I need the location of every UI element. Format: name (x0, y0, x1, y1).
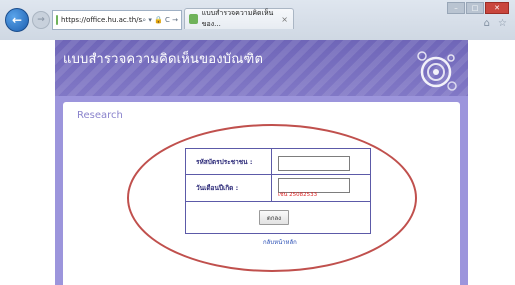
address-bar[interactable]: https://office.hu.ac.th/s ⌕ ▾ 🔒 C → (52, 10, 182, 30)
form-row-dob: วันเดือนปีเกิด : เช่น 25082533 (186, 174, 370, 202)
favorites-star-icon[interactable]: ☆ (498, 18, 507, 29)
submit-button[interactable]: ตกลง (259, 210, 289, 225)
dob-label: วันเดือนปีเกิด : (186, 174, 272, 201)
form-row-submit: ตกลง (186, 201, 370, 232)
page-title: แบบสำรวจความคิดเห็นของบัณฑิต (63, 52, 264, 67)
page-header: แบบสำรวจความคิดเห็นของบัณฑิต (55, 40, 468, 96)
id-label: รหัสบัตรประชาชน : (186, 149, 272, 174)
page-frame: แบบสำรวจความคิดเห็นของบัณฑิต Research รห… (55, 40, 468, 285)
tab-close-icon[interactable]: × (281, 15, 288, 24)
form-row-id: รหัสบัตรประชาชน : (186, 149, 370, 175)
id-card-input[interactable] (278, 156, 350, 171)
browser-tab[interactable]: แบบสำรวจความคิดเห็นของ... × (184, 8, 294, 29)
page-viewport: แบบสำรวจความคิดเห็นของบัณฑิต Research รห… (0, 40, 515, 285)
address-text: https://office.hu.ac.th/s (61, 16, 143, 24)
site-favicon-icon (56, 15, 59, 25)
back-home-link[interactable]: กลับหน้าหลัก (263, 237, 297, 247)
tab-title: แบบสำรวจความคิดเห็นของ... (201, 9, 274, 28)
decorative-circles-icon (417, 51, 457, 91)
home-icon[interactable]: ⌂ (484, 18, 490, 29)
address-controls[interactable]: ⌕ ▾ 🔒 C → (142, 16, 181, 25)
dob-hint: เช่น 25082533 (278, 192, 318, 198)
section-title: Research (77, 110, 123, 121)
toolbar-icons: ⌂ ☆ (484, 18, 507, 29)
back-button[interactable]: ← (5, 8, 29, 32)
tab-favicon-icon (189, 14, 198, 24)
forward-arrow-icon: → (37, 15, 45, 25)
maximize-button[interactable]: □ (466, 2, 484, 14)
window-controls: – □ ✕ (447, 2, 509, 14)
forward-button[interactable]: → (32, 11, 50, 29)
browser-toolbar: ← → https://office.hu.ac.th/s ⌕ ▾ 🔒 C → … (0, 0, 515, 41)
minimize-button[interactable]: – (447, 2, 465, 14)
login-form: รหัสบัตรประชาชน : วันเดือนปีเกิด : เช่น … (185, 148, 371, 234)
close-window-button[interactable]: ✕ (485, 2, 509, 14)
content-card: Research รหัสบัตรประชาชน : วันเดือนปีเกิ… (63, 102, 460, 285)
back-arrow-icon: ← (11, 13, 23, 27)
